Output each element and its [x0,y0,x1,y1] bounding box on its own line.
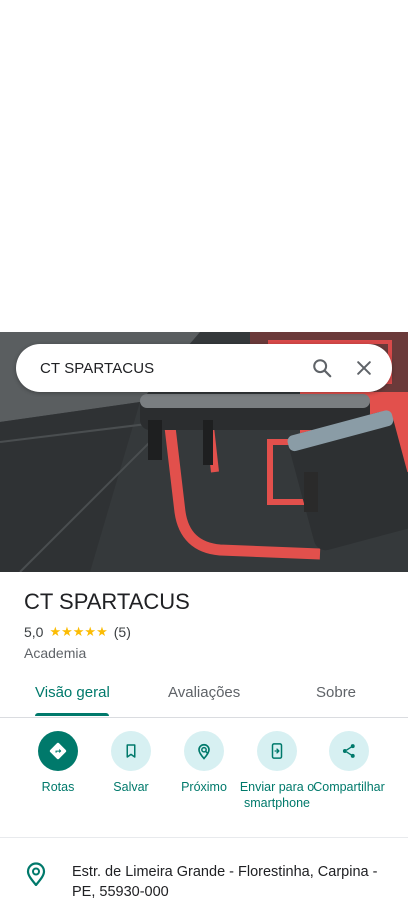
save-label: Salvar [113,780,149,794]
send-to-phone-label: Enviar para o smartphone [239,780,315,810]
action-buttons: Rotas Salvar Próximo Enviar para o smart… [0,717,408,838]
review-count[interactable]: (5) [114,624,131,640]
tab-overview[interactable]: Visão geral [35,684,110,701]
tab-reviews[interactable]: Avaliações [168,684,240,701]
share-icon [329,731,369,771]
nearby-label: Próximo [181,780,227,794]
send-to-phone-icon [257,731,297,771]
address-row[interactable]: Estr. de Limeira Grande - Florestinha, C… [0,846,408,904]
bookmark-icon [111,731,151,771]
rating-row[interactable]: 5,0 ★★★★★ (5) [24,624,131,640]
search-icon[interactable] [304,350,340,386]
save-button[interactable]: Salvar [91,731,171,795]
search-input[interactable]: CT SPARTACUS [16,360,304,377]
star-rating-icon: ★★★★★ [49,624,108,639]
share-button[interactable]: Compartilhar [309,731,389,795]
nearby-icon [184,731,224,771]
address-text: Estr. de Limeira Grande - Florestinha, C… [72,864,378,900]
active-tab-indicator [35,713,109,716]
directions-button[interactable]: Rotas [18,731,98,795]
tab-bar: Visão geral Avaliações Sobre [0,670,408,718]
directions-icon [38,731,78,771]
share-label: Compartilhar [313,780,385,794]
place-title: CT SPARTACUS [24,589,190,614]
map-area[interactable] [0,0,408,332]
send-to-phone-button[interactable]: Enviar para o smartphone [237,731,317,811]
directions-label: Rotas [41,780,75,794]
tab-about[interactable]: Sobre [316,684,356,701]
rating-value: 5,0 [24,624,44,640]
place-category[interactable]: Academia [24,645,86,661]
location-pin-icon [26,862,46,891]
nearby-button[interactable]: Próximo [164,731,244,795]
close-icon[interactable] [346,350,382,386]
search-bar[interactable]: CT SPARTACUS [16,344,392,392]
